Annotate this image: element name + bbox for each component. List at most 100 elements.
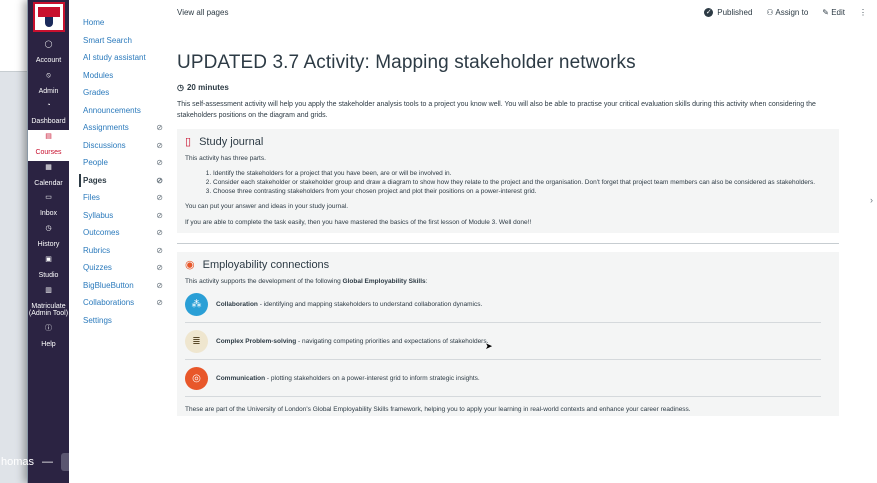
course-navigation: Home Smart Search AI study assistant Module… [69, 0, 169, 483]
lead-prefix: This activity supports the development o… [185, 278, 343, 285]
course-nav-label: Quizzes [83, 263, 112, 273]
journal-note-1: You can put your answer and ideas in you… [185, 203, 349, 210]
global-nav-calendar[interactable]: ▦ Calendar [28, 161, 69, 192]
course-nav-item-modules[interactable]: Modules [69, 67, 169, 85]
history-icon: ◷ [45, 225, 52, 233]
course-nav-label: BigBlueButton [83, 280, 134, 290]
course-nav-item-syllabus[interactable]: Syllabus ⊘ [69, 207, 169, 225]
user-name: homas [1, 456, 35, 468]
hidden-eye-icon: ⊘ [156, 193, 163, 203]
hidden-eye-icon: ⊘ [156, 158, 163, 168]
course-nav-item-collaborations[interactable]: Collaborations ⊘ [69, 294, 169, 312]
global-nav-courses[interactable]: ▤ Courses [28, 130, 69, 161]
help-icon: ⓘ [45, 324, 52, 332]
course-nav-item-people[interactable]: People ⊘ [69, 154, 169, 172]
intro-text: This self-assessment activity will help … [177, 101, 816, 119]
course-nav-item-outcomes[interactable]: Outcomes ⊘ [69, 224, 169, 242]
journal-step: Consider each stakeholder or stakeholder… [213, 178, 831, 187]
globe-icon: ◉ [185, 259, 195, 271]
page-title: UPDATED 3.7 Activity: Mapping stakeholde… [177, 52, 636, 73]
view-all-pages-link[interactable]: View all pages [177, 8, 228, 17]
skill-text: Communication - plotting stakeholders on… [216, 375, 480, 382]
course-nav-item-assignments[interactable]: Assignments ⊘ [69, 119, 169, 137]
course-nav-item-discussions[interactable]: Discussions ⊘ [69, 137, 169, 155]
admin-icon: ⦸ [46, 71, 51, 79]
global-nav-label: Admin [38, 87, 59, 95]
global-nav-matriculate[interactable]: ▥ Matriculate (Admin Tool) [28, 284, 69, 322]
university-logo[interactable] [32, 2, 65, 32]
hidden-eye-icon: ⊘ [156, 263, 163, 273]
hidden-eye-icon: ⊘ [156, 280, 163, 290]
skill-description: - identifying and mapping stakeholders t… [257, 300, 483, 308]
global-nav-studio[interactable]: ▣ Studio [28, 253, 69, 284]
published-button[interactable]: ✓ Published [704, 7, 753, 17]
global-nav-label: Courses [35, 149, 62, 157]
course-nav-label: Outcomes [83, 228, 120, 238]
inbox-icon: ▭ [45, 194, 52, 202]
scroll-indicator-icon[interactable]: › [870, 195, 873, 205]
clock-icon: ◷ [177, 83, 184, 92]
course-nav-item-smart-search[interactable]: Smart Search [69, 32, 169, 50]
assign-to-button[interactable]: ⚇ Assign to [766, 8, 808, 17]
course-nav-item-grades[interactable]: Grades [69, 84, 169, 102]
skill-text: Complex Problem-solving - navigating com… [216, 338, 488, 345]
global-nav-help[interactable]: ⓘ Help [28, 322, 69, 353]
global-nav-history[interactable]: ◷ History [28, 222, 69, 253]
check-icon: ✓ [704, 7, 714, 17]
published-label: Published [717, 7, 753, 17]
lead-bold: Global Employability Skills [342, 278, 426, 285]
skill-name: Complex Problem-solving [216, 337, 297, 345]
skill-row: ⁂ Collaboration - identifying and mapping… [185, 286, 821, 323]
global-nav-dashboard[interactable]: ◔ Dashboard [28, 99, 69, 130]
global-nav-label: Matriculate (Admin Tool) [28, 302, 69, 318]
collaboration-icon: ⁂ [185, 292, 208, 316]
course-nav-item-settings[interactable]: Settings [69, 312, 169, 330]
hidden-eye-icon: ⊘ [156, 123, 163, 133]
study-journal-card: ▯ Study journal This activity has three p… [177, 129, 839, 233]
hidden-eye-icon: ⊘ [156, 298, 163, 308]
course-nav-item-rubrics[interactable]: Rubrics ⊘ [69, 242, 169, 260]
course-nav-label: Discussions [83, 140, 126, 150]
journal-steps: Identify the stakeholders for a project … [213, 169, 831, 196]
skill-name: Communication [216, 374, 266, 382]
global-nav-label: Help [41, 340, 56, 348]
course-nav-item-announcements[interactable]: Announcements [69, 102, 169, 120]
course-nav-label: Settings [83, 315, 112, 325]
course-nav-item-pages[interactable]: Pages ⊘ [69, 172, 169, 190]
course-nav-label: Modules [83, 70, 114, 80]
journal-icon: ▯ [185, 136, 192, 148]
course-nav-item-ai-study-assistant[interactable]: AI study assistant [69, 49, 169, 67]
journal-lead: This activity has three parts. [185, 155, 266, 162]
global-nav-admin[interactable]: ⦸ Admin [28, 69, 69, 100]
pencil-icon: ✎ [822, 7, 832, 17]
assign-to-label: Assign to [775, 7, 809, 17]
calendar-icon: ▦ [45, 163, 52, 171]
course-nav-item-files[interactable]: Files ⊘ [69, 189, 169, 207]
course-nav-label: Grades [83, 88, 110, 98]
employability-lead: This activity supports the development o… [185, 277, 831, 286]
course-nav-label: Syllabus [83, 210, 114, 220]
mouse-cursor-icon: ➤ [485, 341, 493, 351]
canvas-window: ◯ Account ⦸ Admin ◔ Dashboard ▤ Courses ▦ Calenda… [1, 0, 877, 483]
studio-icon: ▣ [45, 255, 52, 263]
course-nav-label: Smart Search [83, 35, 132, 45]
global-nav-inbox[interactable]: ▭ Inbox [28, 191, 69, 222]
course-nav-item-quizzes[interactable]: Quizzes ⊘ [69, 259, 169, 277]
course-nav-label: Assignments [83, 123, 129, 133]
course-nav-label: Home [83, 18, 105, 28]
global-nav-account[interactable]: ◯ Account [28, 38, 69, 69]
skill-row: ◎ Communication - plotting stakeholders o… [185, 360, 821, 397]
course-nav-item-bigbluebutton[interactable]: BigBlueButton ⊘ [69, 277, 169, 295]
course-nav-item-home[interactable]: Home [69, 14, 169, 32]
matriculate-icon: ▥ [45, 286, 52, 294]
hidden-eye-icon: ⊘ [156, 175, 163, 185]
course-nav-label: Pages [83, 175, 107, 185]
course-nav-label: Announcements [83, 105, 141, 115]
account-icon: ◯ [44, 41, 53, 48]
more-options-icon[interactable]: ⋮ [859, 8, 867, 17]
course-nav-label: Collaborations [83, 298, 135, 308]
lead-suffix: : [425, 278, 428, 285]
edit-button[interactable]: ✎ Edit [822, 8, 845, 17]
hidden-eye-icon: ⊘ [156, 210, 163, 220]
journal-step: Choose three contrasting stakeholders fr… [213, 187, 831, 196]
